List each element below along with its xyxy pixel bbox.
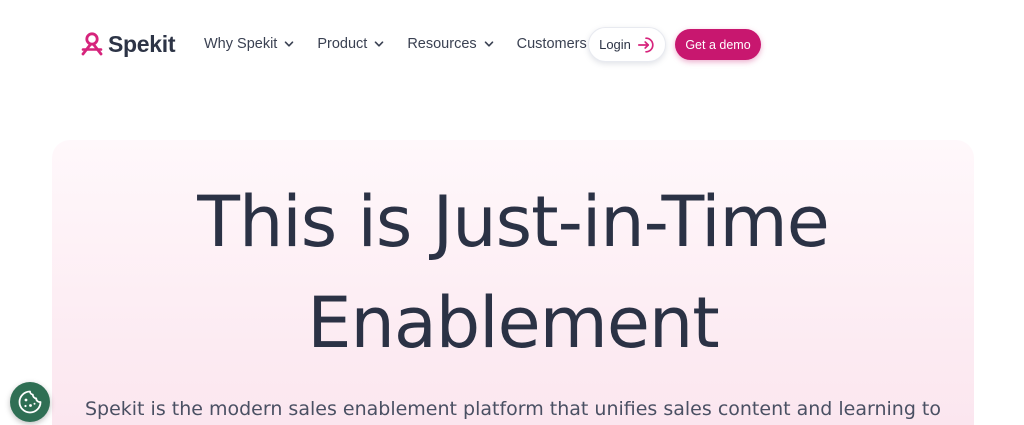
chevron-down-icon [285, 41, 294, 47]
nav-item-label: Why Spekit [204, 36, 278, 52]
nav-item-label: Resources [407, 36, 477, 52]
nav-item-resources[interactable]: Resources [407, 36, 494, 52]
brand-name: Spekit [108, 30, 176, 57]
cookie-icon [18, 390, 42, 414]
login-button-label: Login [599, 37, 631, 52]
nav-item-product[interactable]: Product [317, 36, 385, 52]
nav-item-customers[interactable]: Customers [517, 36, 587, 52]
nav-item-why-spekit[interactable]: Why Spekit [204, 36, 295, 52]
site-header: Spekit Why Spekit Product Resources Cust… [0, 0, 1024, 90]
brand-logo[interactable]: Spekit [80, 28, 176, 60]
spekit-logo-icon [81, 32, 103, 56]
hero-title-line-1: This is Just-in-Time [197, 181, 830, 263]
chevron-down-icon [375, 41, 384, 47]
login-button[interactable]: Login [588, 27, 666, 62]
hero-section: This is Just-in-Time Enablement Spekit i… [52, 140, 974, 425]
cookie-settings-button[interactable] [10, 382, 50, 422]
login-arrow-icon [637, 36, 654, 53]
hero-title: This is Just-in-Time Enablement [52, 172, 974, 374]
get-a-demo-button[interactable]: Get a demo [675, 29, 761, 60]
hero-subtitle: Spekit is the modern sales enablement pl… [84, 398, 942, 420]
chevron-down-icon [484, 41, 493, 47]
nav-item-label: Product [317, 36, 368, 52]
nav-item-label: Customers [516, 36, 587, 52]
main-nav: Why Spekit Product Resources Customers [204, 30, 587, 58]
hero-title-line-2: Enablement [307, 282, 720, 364]
